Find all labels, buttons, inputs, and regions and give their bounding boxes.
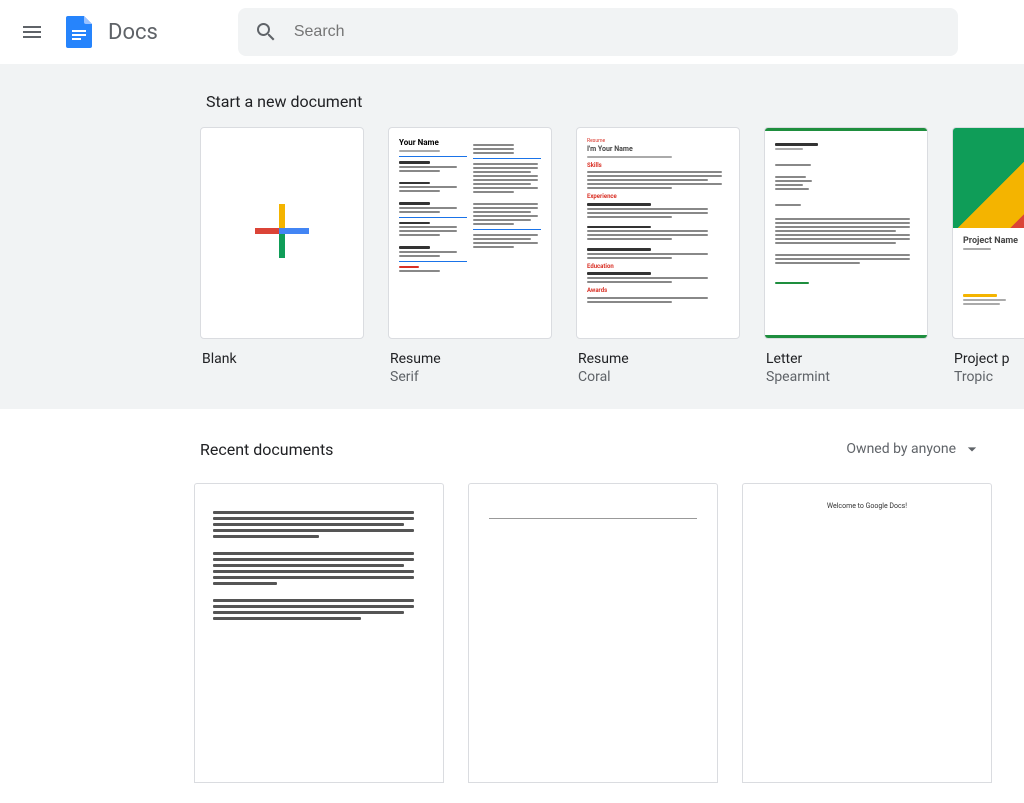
template-blank[interactable]: Blank	[200, 127, 364, 385]
recent-heading: Recent documents	[200, 440, 333, 459]
search-button[interactable]	[246, 12, 286, 52]
search-container	[238, 8, 958, 56]
template-name: Project p	[952, 351, 1024, 367]
recent-grid: Welcome to Google Docs!	[190, 483, 1000, 783]
template-project-tropic-thumb: Project Name	[952, 127, 1024, 339]
search-icon	[254, 20, 278, 44]
recent-header: Recent documents Owned by anyone	[190, 429, 1000, 483]
template-blank-thumb	[200, 127, 364, 339]
ownership-filter-label: Owned by anyone	[846, 441, 956, 457]
recent-doc-card[interactable]	[468, 483, 718, 783]
search-input[interactable]	[286, 23, 950, 41]
recent-doc-card[interactable]	[194, 483, 444, 783]
thumb-title: I'm Your Name	[587, 145, 729, 154]
hamburger-icon	[20, 20, 44, 44]
thumb-title: Your Name	[399, 138, 467, 148]
template-sub: Coral	[576, 369, 740, 385]
template-letter-spearmint[interactable]: Letter Spearmint	[764, 127, 928, 385]
ownership-filter[interactable]: Owned by anyone	[838, 433, 990, 465]
template-letter-spearmint-thumb	[764, 127, 928, 339]
template-project-tropic[interactable]: Project Name Project p Tropic	[952, 127, 1024, 385]
recent-doc-card[interactable]: Welcome to Google Docs!	[742, 483, 992, 783]
recent-documents-section: Recent documents Owned by anyone	[0, 409, 1024, 803]
template-row: Blank Your Name	[200, 127, 1024, 385]
template-sub: Spearmint	[764, 369, 928, 385]
docs-logo-icon	[62, 14, 98, 50]
app-name: Docs	[104, 20, 198, 45]
template-gallery-heading: Start a new document	[200, 80, 1024, 127]
main-menu-button[interactable]	[8, 8, 56, 56]
template-resume-serif[interactable]: Your Name	[388, 127, 552, 385]
template-sub: Tropic	[952, 369, 1024, 385]
caret-down-icon	[962, 439, 982, 459]
recent-doc-thumb	[194, 483, 444, 783]
docs-logo[interactable]	[60, 12, 100, 52]
template-name: Resume	[388, 351, 552, 367]
template-resume-coral[interactable]: Resume I'm Your Name Skills Experience	[576, 127, 740, 385]
template-resume-coral-thumb: Resume I'm Your Name Skills Experience	[576, 127, 740, 339]
app-header: Docs	[0, 0, 1024, 64]
template-sub: Serif	[388, 369, 552, 385]
recent-doc-thumb: Welcome to Google Docs!	[742, 483, 992, 783]
template-gallery-section: Start a new document Blank	[0, 64, 1024, 409]
search-bar[interactable]	[238, 8, 958, 56]
thumb-title: Project Name	[963, 236, 1024, 246]
template-name: Resume	[576, 351, 740, 367]
template-resume-serif-thumb: Your Name	[388, 127, 552, 339]
thumb-text: Welcome to Google Docs!	[743, 502, 991, 510]
recent-doc-thumb	[468, 483, 718, 783]
template-name: Blank	[200, 351, 364, 367]
template-name: Letter	[764, 351, 928, 367]
plus-icon	[255, 204, 309, 258]
